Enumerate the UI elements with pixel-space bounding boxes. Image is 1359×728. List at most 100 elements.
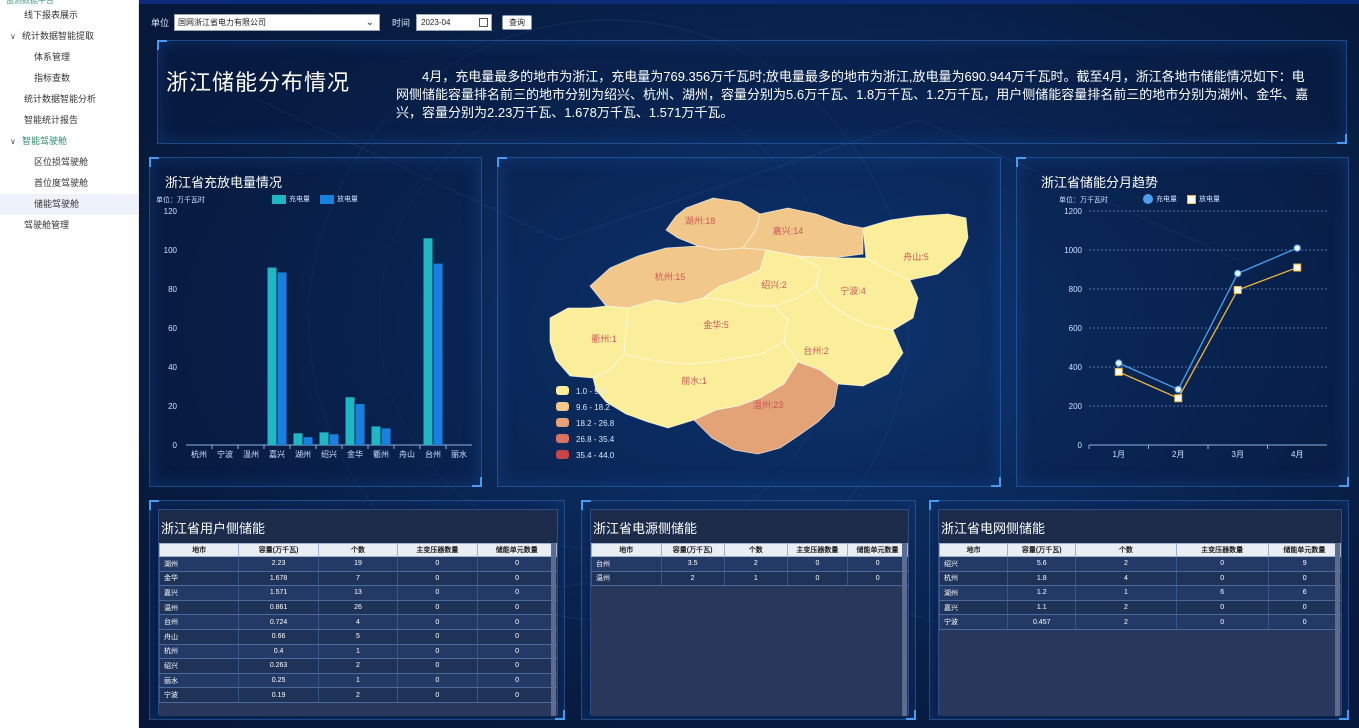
- table-cell: 0: [397, 658, 478, 674]
- table-cell: 0: [1267, 600, 1341, 616]
- table-row[interactable]: 杭州 0.4 1 0 0: [159, 644, 557, 660]
- query-button[interactable]: 查询: [502, 14, 533, 30]
- y-tick-label: 600: [1069, 324, 1083, 333]
- table-header-cell[interactable]: 主变压器数量: [786, 543, 848, 557]
- y-tick-label: 1000: [1064, 246, 1082, 255]
- table-cell: 0: [1267, 614, 1341, 630]
- sidebar-item[interactable]: ∨ 统计数据智能提取: [0, 26, 138, 47]
- sidebar-item[interactable]: 体系管理: [0, 47, 138, 68]
- table-cell: 0: [397, 614, 478, 630]
- table-row[interactable]: 宁波 0.19 2 0 0: [159, 687, 557, 703]
- map-label: 杭州:15: [655, 271, 686, 282]
- y-tick-label: 400: [1069, 363, 1083, 372]
- user-table: 地市 容量(万千瓦) 个数 主变压器数量 储能单元数量 湖州 2.23 19 0 0 金华 1.678…: [159, 543, 557, 703]
- table-cell: 1.8: [1007, 571, 1076, 587]
- chevron-down-icon: ∨: [10, 137, 16, 146]
- scrollbar[interactable]: [551, 543, 556, 716]
- table-cell: 0.457: [1007, 614, 1076, 630]
- map-label: 温州:23: [753, 400, 784, 410]
- table-header-cell[interactable]: 容量(万千瓦): [238, 543, 319, 557]
- table-header-cell[interactable]: 地市: [159, 543, 240, 557]
- table-header-cell[interactable]: 地市: [939, 543, 1009, 557]
- bar-discharge: [381, 428, 391, 445]
- x-tick-label: 绍兴: [321, 449, 337, 459]
- sidebar-item[interactable]: 指标查数: [0, 68, 138, 89]
- table-header-row: 地市 容量(万千瓦) 个数 主变压器数量 储能单元数量: [939, 543, 1341, 557]
- table-row[interactable]: 杭州 1.8 4 0 0: [939, 571, 1341, 587]
- sidebar-item[interactable]: 智能统计报告: [0, 110, 138, 131]
- scrollbar[interactable]: [902, 543, 907, 716]
- map-legend-label: 18.2 - 26.8: [576, 419, 615, 428]
- table-row[interactable]: 台州 0.724 4 0 0: [159, 614, 557, 630]
- sidebar-item-label: 智能统计报告: [24, 115, 79, 125]
- table-row[interactable]: 嘉兴 1.1 2 0 0: [939, 600, 1341, 616]
- table-row[interactable]: 湖州 1.2 1 6 6: [939, 585, 1341, 601]
- table-row[interactable]: 绍兴 0.263 2 0 0: [159, 658, 557, 674]
- table-row[interactable]: 绍兴 5.6 2 0 9: [939, 556, 1341, 572]
- table-cell: 0: [476, 629, 557, 645]
- date-picker[interactable]: 2023-04: [416, 13, 493, 31]
- table-row[interactable]: 湖州 2.23 19 0 0: [159, 556, 557, 572]
- point-discharge: [1293, 263, 1302, 272]
- table-cell: 0.19: [238, 687, 319, 703]
- table-cell: 5: [317, 629, 398, 645]
- table-cell: 0: [1175, 600, 1269, 616]
- bar-charge: [371, 426, 381, 445]
- unit-select[interactable]: 国网浙江省电力有限公司 ⌄: [174, 13, 381, 31]
- table-row[interactable]: 丽水 0.25 1 0 0: [159, 673, 557, 689]
- table-header-cell[interactable]: 容量(万千瓦): [660, 543, 725, 557]
- table-cell: 0: [1175, 571, 1269, 587]
- table-header-cell[interactable]: 主变压器数量: [397, 543, 478, 557]
- table-row[interactable]: 嘉兴 1.571 13 0 0: [159, 585, 557, 601]
- sidebar-item[interactable]: 区位损驾驶舱: [0, 152, 138, 173]
- map-label: 嘉兴:14: [773, 225, 804, 236]
- table-row[interactable]: 台州 3.5 2 0 0: [591, 556, 908, 572]
- table-cell: 1.1: [1007, 600, 1076, 616]
- sidebar-item[interactable]: 驾驶舱管理: [0, 215, 138, 236]
- sidebar-item[interactable]: 统计数据智能分析: [0, 89, 138, 110]
- x-tick-label: 舟山: [399, 449, 415, 459]
- table-header-cell[interactable]: 储能单元数量: [476, 543, 557, 557]
- table-row[interactable]: 宁波 0.457 2 0 0: [939, 614, 1341, 630]
- table-header-cell[interactable]: 个数: [723, 543, 788, 557]
- table-cell: 0: [786, 571, 848, 587]
- table-cell: 湖州: [159, 556, 239, 572]
- sidebar-item[interactable]: 首位度驾驶舱: [0, 173, 138, 194]
- table-cell: 2: [317, 687, 398, 703]
- x-tick-label: 湖州: [295, 450, 311, 459]
- table-header-cell[interactable]: 个数: [317, 543, 399, 557]
- table-cell: 1: [1075, 585, 1177, 601]
- table-header-cell[interactable]: 主变压器数量: [1175, 543, 1269, 557]
- table-cell: 13: [317, 585, 398, 601]
- sidebar-item-label: 首位度驾驶舱: [34, 178, 89, 188]
- table-cell: 2: [317, 658, 398, 674]
- table-header-cell[interactable]: 储能单元数量: [1267, 543, 1341, 557]
- table-cell: 0.4: [238, 644, 319, 660]
- map-label: 宁波:4: [840, 285, 866, 296]
- sidebar-item-label: 智能驾驶舱: [22, 136, 68, 146]
- y-tick-label: 0: [173, 441, 178, 450]
- table-cell: 0: [476, 614, 557, 630]
- point-charge: [1174, 385, 1182, 394]
- table-cell: 2: [723, 556, 788, 572]
- sidebar-item[interactable]: ∨ 智能驾驶舱: [0, 131, 138, 152]
- table-row[interactable]: 舟山 0.66 5 0 0: [159, 629, 557, 645]
- table-cell: 0: [397, 687, 478, 703]
- sidebar-item[interactable]: 储能驾驶舱: [0, 194, 138, 215]
- table-header-cell[interactable]: 个数: [1075, 543, 1177, 557]
- table-row[interactable]: 金华 1.678 7 0 0: [159, 571, 557, 587]
- table-header-cell[interactable]: 地市: [591, 543, 662, 557]
- y-tick-label: 60: [168, 324, 177, 333]
- x-tick-label: 丽水: [451, 449, 467, 459]
- table-cell: 0.263: [238, 658, 319, 674]
- source-table-panel: 浙江省电源侧储能 地市 容量(万千瓦) 个数 主变压器数量 储能单元数量 台州 3.5 2 0 0…: [581, 500, 916, 720]
- sidebar-item[interactable]: 线下报表展示: [0, 5, 138, 26]
- scrollbar[interactable]: [1335, 543, 1340, 716]
- bar-chart: 0 20 40 60 80 100 120 杭州 宁波 温州 嘉兴 湖州 绍兴 金华 衢州 舟山 台州 丽水: [164, 207, 472, 459]
- table-row[interactable]: 温州 2 1 0 0: [591, 571, 908, 587]
- table-header-cell[interactable]: 容量(万千瓦): [1007, 543, 1077, 557]
- table-header-cell[interactable]: 储能单元数量: [846, 543, 908, 557]
- table-row[interactable]: 温州 0.861 26 0 0: [159, 600, 557, 616]
- table-cell: 0: [397, 629, 478, 645]
- map-label: 绍兴:2: [761, 279, 787, 290]
